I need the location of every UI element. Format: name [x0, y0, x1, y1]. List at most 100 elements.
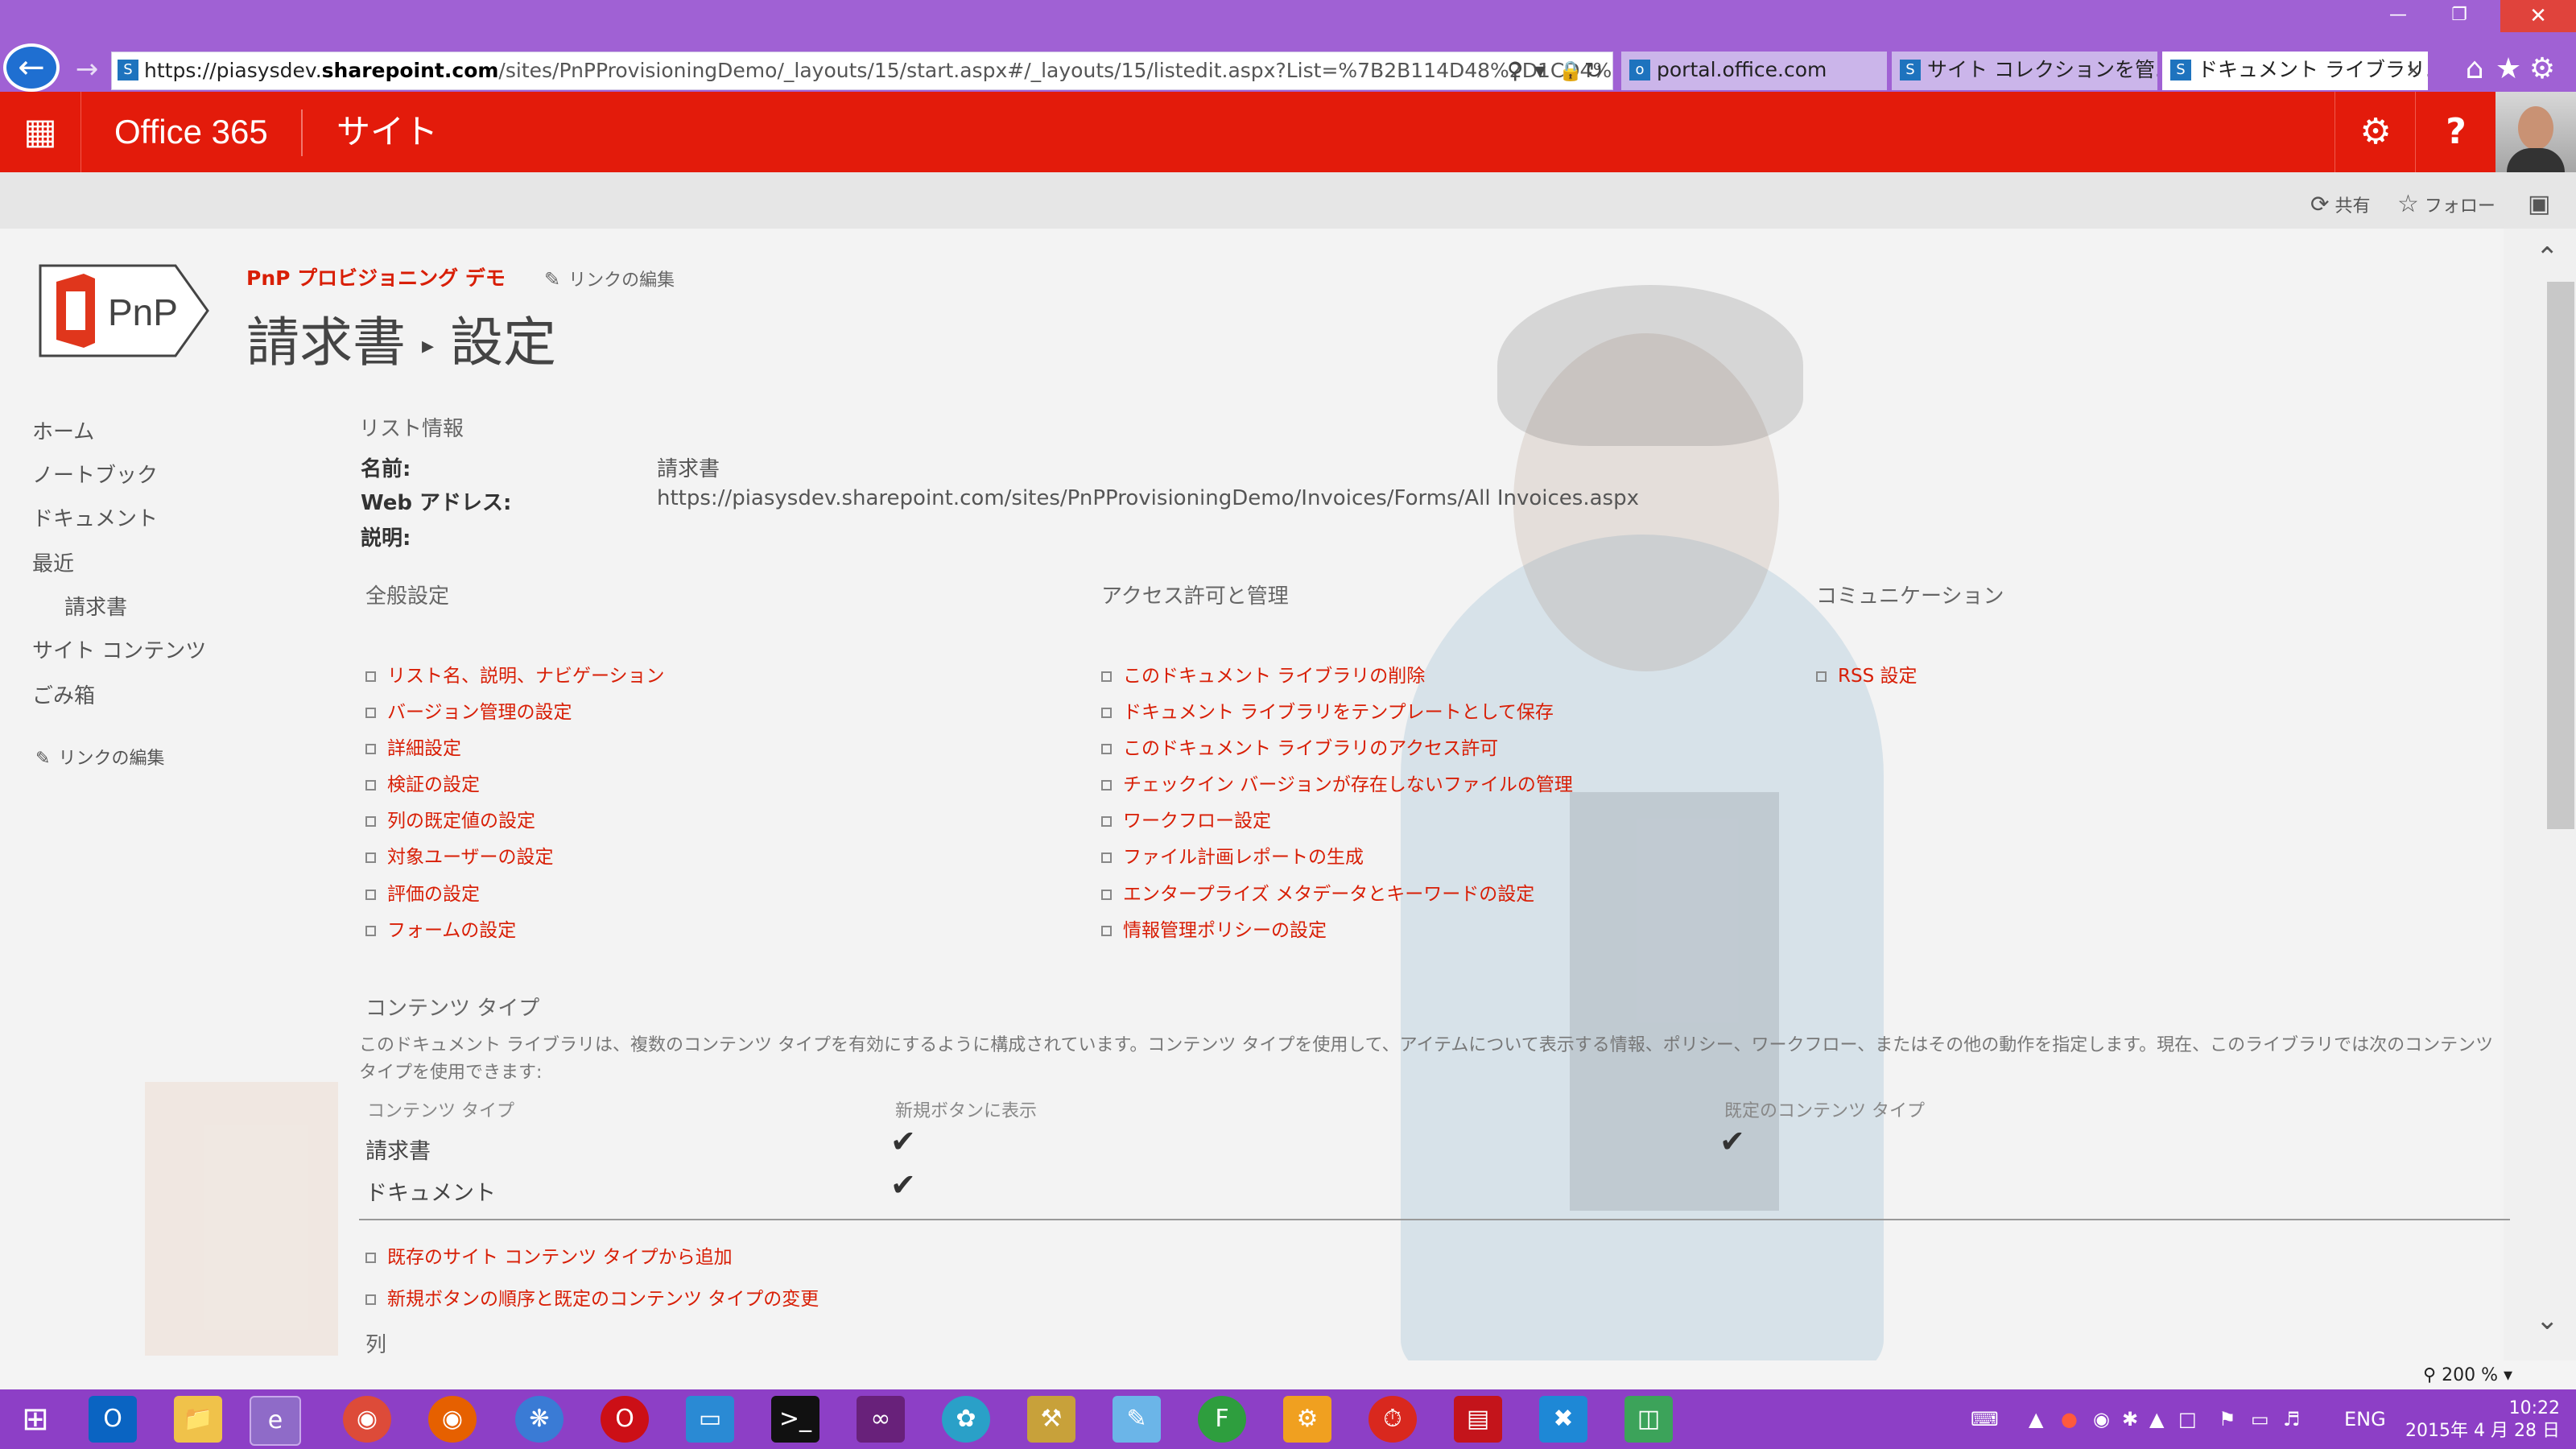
nav-item-notebook[interactable]: ノートブック: [32, 459, 158, 489]
link-save-as-template[interactable]: ドキュメント ライブラリをテンプレートとして保存: [1101, 696, 1554, 724]
page-title: 請求書 ▸ 設定: [246, 299, 556, 377]
name-value: 請求書: [657, 457, 720, 481]
dropdown-icon[interactable]: ▾: [1534, 52, 1546, 90]
ct-column-header-visible: 新規ボタンに表示: [895, 1101, 1038, 1121]
outlook-icon[interactable]: O: [89, 1396, 137, 1443]
nav-item-recent[interactable]: 最近: [32, 547, 74, 577]
zoom-level[interactable]: ⚲ 200 % ▾: [2423, 1365, 2512, 1385]
settings-gear-icon[interactable]: ⚙: [2524, 50, 2560, 89]
app-launcher-icon[interactable]: ▦: [0, 92, 81, 172]
opera-icon[interactable]: O: [601, 1396, 649, 1443]
help-icon[interactable]: ?: [2415, 92, 2496, 172]
link-file-plan-report[interactable]: ファイル計画レポートの生成: [1101, 841, 1364, 869]
scroll-down-icon[interactable]: ⌄: [2536, 1304, 2559, 1336]
bullet-icon: [1101, 780, 1112, 791]
tab-document-library[interactable]: S ドキュメント ライブラリ... ×: [2162, 52, 2428, 90]
visual-studio-icon[interactable]: ∞: [857, 1396, 905, 1443]
ct-row-name[interactable]: ドキュメント: [365, 1175, 496, 1207]
home-icon[interactable]: ⌂: [2457, 50, 2492, 89]
chrome-icon[interactable]: ◉: [343, 1396, 391, 1443]
file-explorer-icon[interactable]: 📁: [174, 1396, 222, 1443]
power-icon[interactable]: ▲: [2149, 1401, 2164, 1438]
link-enterprise-metadata[interactable]: エンタープライズ メタデータとキーワードの設定: [1101, 878, 1534, 906]
scroll-up-icon[interactable]: ⌃: [2536, 242, 2559, 274]
volume-icon[interactable]: ♬: [2283, 1401, 2301, 1438]
nav-edit-links[interactable]: ✎ リンクの編集: [35, 744, 164, 770]
star-outline-icon: ☆: [2397, 190, 2419, 218]
link-form-settings[interactable]: フォームの設定: [365, 914, 516, 942]
keyboard-icon[interactable]: ⌨: [1971, 1401, 1999, 1438]
safari-icon[interactable]: ❋: [515, 1396, 564, 1443]
timer-icon[interactable]: ⏱: [1368, 1396, 1417, 1443]
link-column-default-values[interactable]: 列の既定値の設定: [365, 805, 535, 832]
office365-brand[interactable]: Office 365: [114, 92, 268, 172]
network-icon[interactable]: ▲: [2029, 1401, 2043, 1438]
link-versioning-settings[interactable]: バージョン管理の設定: [365, 696, 572, 724]
link-workflow-settings[interactable]: ワークフロー設定: [1101, 805, 1271, 832]
search-icon[interactable]: ⚲: [1507, 52, 1524, 90]
clock[interactable]: 10:22 2015年 4 月 28 日: [2405, 1397, 2560, 1443]
restore-icon[interactable]: ❐: [2439, 5, 2479, 25]
flag-icon[interactable]: ⚑: [2219, 1401, 2236, 1438]
forward-button[interactable]: →: [69, 52, 105, 87]
internet-explorer-icon[interactable]: e: [250, 1396, 301, 1446]
developer-tools-icon[interactable]: ✖: [1539, 1396, 1587, 1443]
firefox-icon[interactable]: ◉: [428, 1396, 477, 1443]
installer-icon[interactable]: ◫: [1624, 1396, 1673, 1443]
link-list-name-description[interactable]: リスト名、説明、ナビゲーション: [365, 660, 665, 687]
page-title-list-link[interactable]: 請求書: [246, 312, 406, 374]
settings-gear-icon[interactable]: ⚙: [2334, 92, 2416, 172]
link-delete-library[interactable]: このドキュメント ライブラリの削除: [1101, 660, 1425, 687]
tools-icon[interactable]: ⚒: [1027, 1396, 1075, 1443]
back-button[interactable]: ←: [3, 43, 60, 92]
onenote-icon[interactable]: □: [2178, 1401, 2197, 1438]
link-rating-settings[interactable]: 評価の設定: [365, 878, 480, 906]
scroll-thumb[interactable]: [2547, 282, 2574, 829]
settings-cogs-icon[interactable]: ⚙: [1283, 1396, 1331, 1443]
site-title-link[interactable]: PnP プロビジョニング デモ: [246, 262, 506, 291]
focus-content-icon[interactable]: ▣: [2528, 188, 2550, 221]
update-icon[interactable]: ●: [2061, 1401, 2078, 1438]
notes-icon[interactable]: ✎: [1113, 1396, 1161, 1443]
suite-section-label[interactable]: サイト: [336, 92, 438, 172]
nav-item-invoices[interactable]: 請求書: [64, 591, 127, 621]
minimize-icon[interactable]: —: [2378, 5, 2418, 25]
nav-item-documents[interactable]: ドキュメント: [32, 502, 158, 532]
edit-links-top[interactable]: ✎ リンクの編集: [544, 266, 675, 291]
share-button[interactable]: ⟳ 共有: [2310, 188, 2370, 223]
fiddler-icon[interactable]: F: [1198, 1396, 1246, 1443]
link-advanced-settings[interactable]: 詳細設定: [365, 733, 461, 760]
link-information-policy[interactable]: 情報管理ポリシーの設定: [1101, 914, 1327, 942]
window-close-button[interactable]: ✕: [2500, 0, 2576, 32]
site-logo[interactable]: PnP: [39, 264, 211, 357]
network-tool-icon[interactable]: ✿: [942, 1396, 990, 1443]
nav-item-site-contents[interactable]: サイト コンテンツ: [32, 634, 206, 664]
remote-desktop-icon[interactable]: ▭: [686, 1396, 734, 1443]
nav-item-recycle-bin[interactable]: ごみ箱: [32, 679, 95, 709]
language-indicator[interactable]: ENG: [2344, 1401, 2386, 1438]
link-change-new-button-order[interactable]: 新規ボタンの順序と既定のコンテンツ タイプの変更: [365, 1283, 819, 1311]
link-library-permissions[interactable]: このドキュメント ライブラリのアクセス許可: [1101, 733, 1498, 760]
globe-icon[interactable]: ◉: [2093, 1401, 2110, 1438]
follow-button[interactable]: ☆ フォロー: [2397, 188, 2496, 223]
filezilla-icon[interactable]: ▤: [1454, 1396, 1502, 1443]
command-prompt-icon[interactable]: >_: [771, 1396, 819, 1443]
address-bar[interactable]: https://piasysdev.sharepoint.com/sites/P…: [111, 52, 1613, 90]
link-manage-checked-out-files[interactable]: チェックイン バージョンが存在しないファイルの管理: [1101, 769, 1573, 796]
link-validation-settings[interactable]: 検証の設定: [365, 769, 480, 796]
lock-icon[interactable]: 🔒: [1558, 52, 1583, 90]
link-rss-settings[interactable]: RSS 設定: [1816, 660, 1918, 687]
favorites-star-icon[interactable]: ★: [2491, 50, 2526, 89]
display-icon[interactable]: ▭: [2251, 1401, 2269, 1438]
bluetooth-icon[interactable]: ✱: [2122, 1401, 2138, 1438]
ct-row-name[interactable]: 請求書: [365, 1133, 431, 1165]
nav-item-home[interactable]: ホーム: [32, 415, 94, 445]
windows-start-icon[interactable]: ⊞: [11, 1396, 60, 1443]
avatar[interactable]: [2496, 92, 2576, 172]
refresh-icon[interactable]: ↻: [1584, 52, 1603, 90]
link-add-existing-content-type[interactable]: 既存のサイト コンテンツ タイプから追加: [365, 1241, 733, 1269]
close-tab-icon[interactable]: ×: [2405, 52, 2421, 89]
tab-portal[interactable]: o portal.office.com: [1621, 52, 1887, 90]
tab-site-collections[interactable]: S サイト コレクションを管...: [1892, 52, 2157, 90]
link-audience-targeting[interactable]: 対象ユーザーの設定: [365, 841, 554, 869]
